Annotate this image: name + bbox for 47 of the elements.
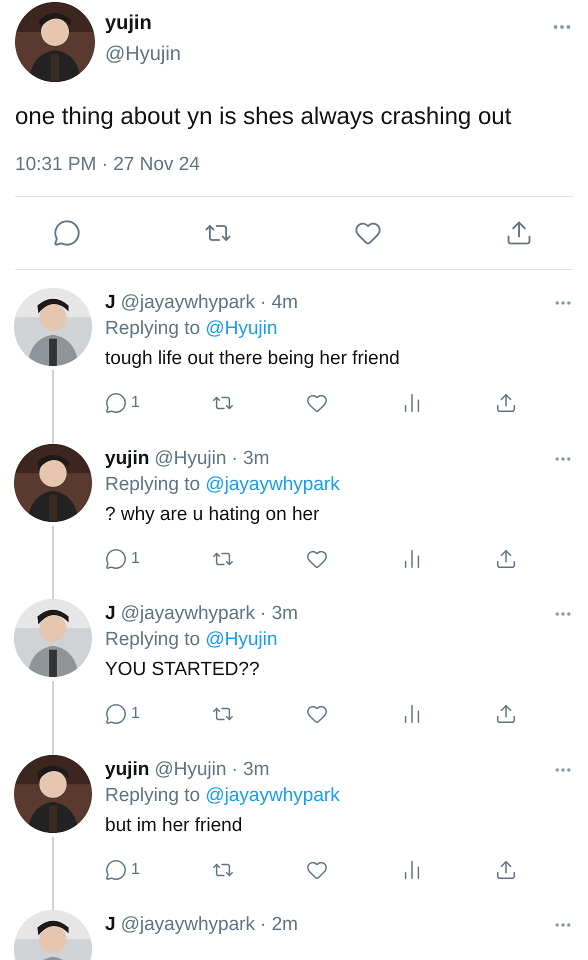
user-name: yujin [105,446,150,470]
share-icon[interactable] [494,703,517,725]
heart-icon[interactable] [306,703,328,725]
user-name: J [105,291,116,315]
reply-icon[interactable] [105,392,127,414]
reply-text: ? why are u hating on her [105,502,320,526]
reply-time: · 3m [260,602,298,626]
user-handle: @Hyujin [105,43,182,66]
reply-icon[interactable] [105,858,127,880]
user-handle: @Hyujin [154,758,226,782]
reply-count: 1 [131,705,140,723]
mention-link[interactable]: @Hyujin [205,318,278,339]
reply-count: 1 [131,860,140,878]
reply-count: 1 [131,394,140,412]
reply-icon[interactable] [53,219,81,247]
share-icon[interactable] [494,548,517,570]
tweet-text: one thing about yn is shes always crashing out [15,102,512,132]
replying-to-text: Replying to @Hyujin [105,628,278,652]
replying-to-text: Replying to @jayaywhypark [105,472,341,496]
replying-to-text: Replying to @jayaywhypark [105,784,341,808]
reply-time: · 3m [231,446,270,470]
user-name: J [105,913,116,937]
share-icon[interactable] [494,858,517,880]
share-icon[interactable] [494,392,517,414]
user-name: yujin [105,12,153,35]
mention-link[interactable]: @jayaywhypark [205,784,340,806]
reply-time: · 2m [260,913,298,937]
reply-text: tough life out there being her friend [105,347,401,371]
reply-text: YOU STARTED?? [105,658,261,682]
share-icon[interactable] [504,219,533,247]
user-handle: @Hyujin [154,446,226,470]
reply-icon[interactable] [105,548,127,570]
tweet-time: 10:31 PM · 27 Nov 24 [15,154,201,176]
user-handle: @jayaywhypark [120,913,255,937]
reply-count: 1 [131,550,140,568]
user-name: yujin [105,758,150,782]
reply-text: but im her friend [105,814,244,838]
reply-icon[interactable] [105,703,127,725]
replying-to-text: Replying to @Hyujin [105,317,278,341]
reply-time: · 3m [231,758,270,782]
mention-link[interactable]: @Hyujin [205,629,278,650]
user-name: J [105,602,116,626]
user-handle: @jayaywhypark [120,291,255,315]
user-handle: @jayaywhypark [120,602,255,626]
reply-time: · 4m [260,291,298,315]
heart-icon[interactable] [306,392,328,414]
mention-link[interactable]: @jayaywhypark [205,474,340,494]
